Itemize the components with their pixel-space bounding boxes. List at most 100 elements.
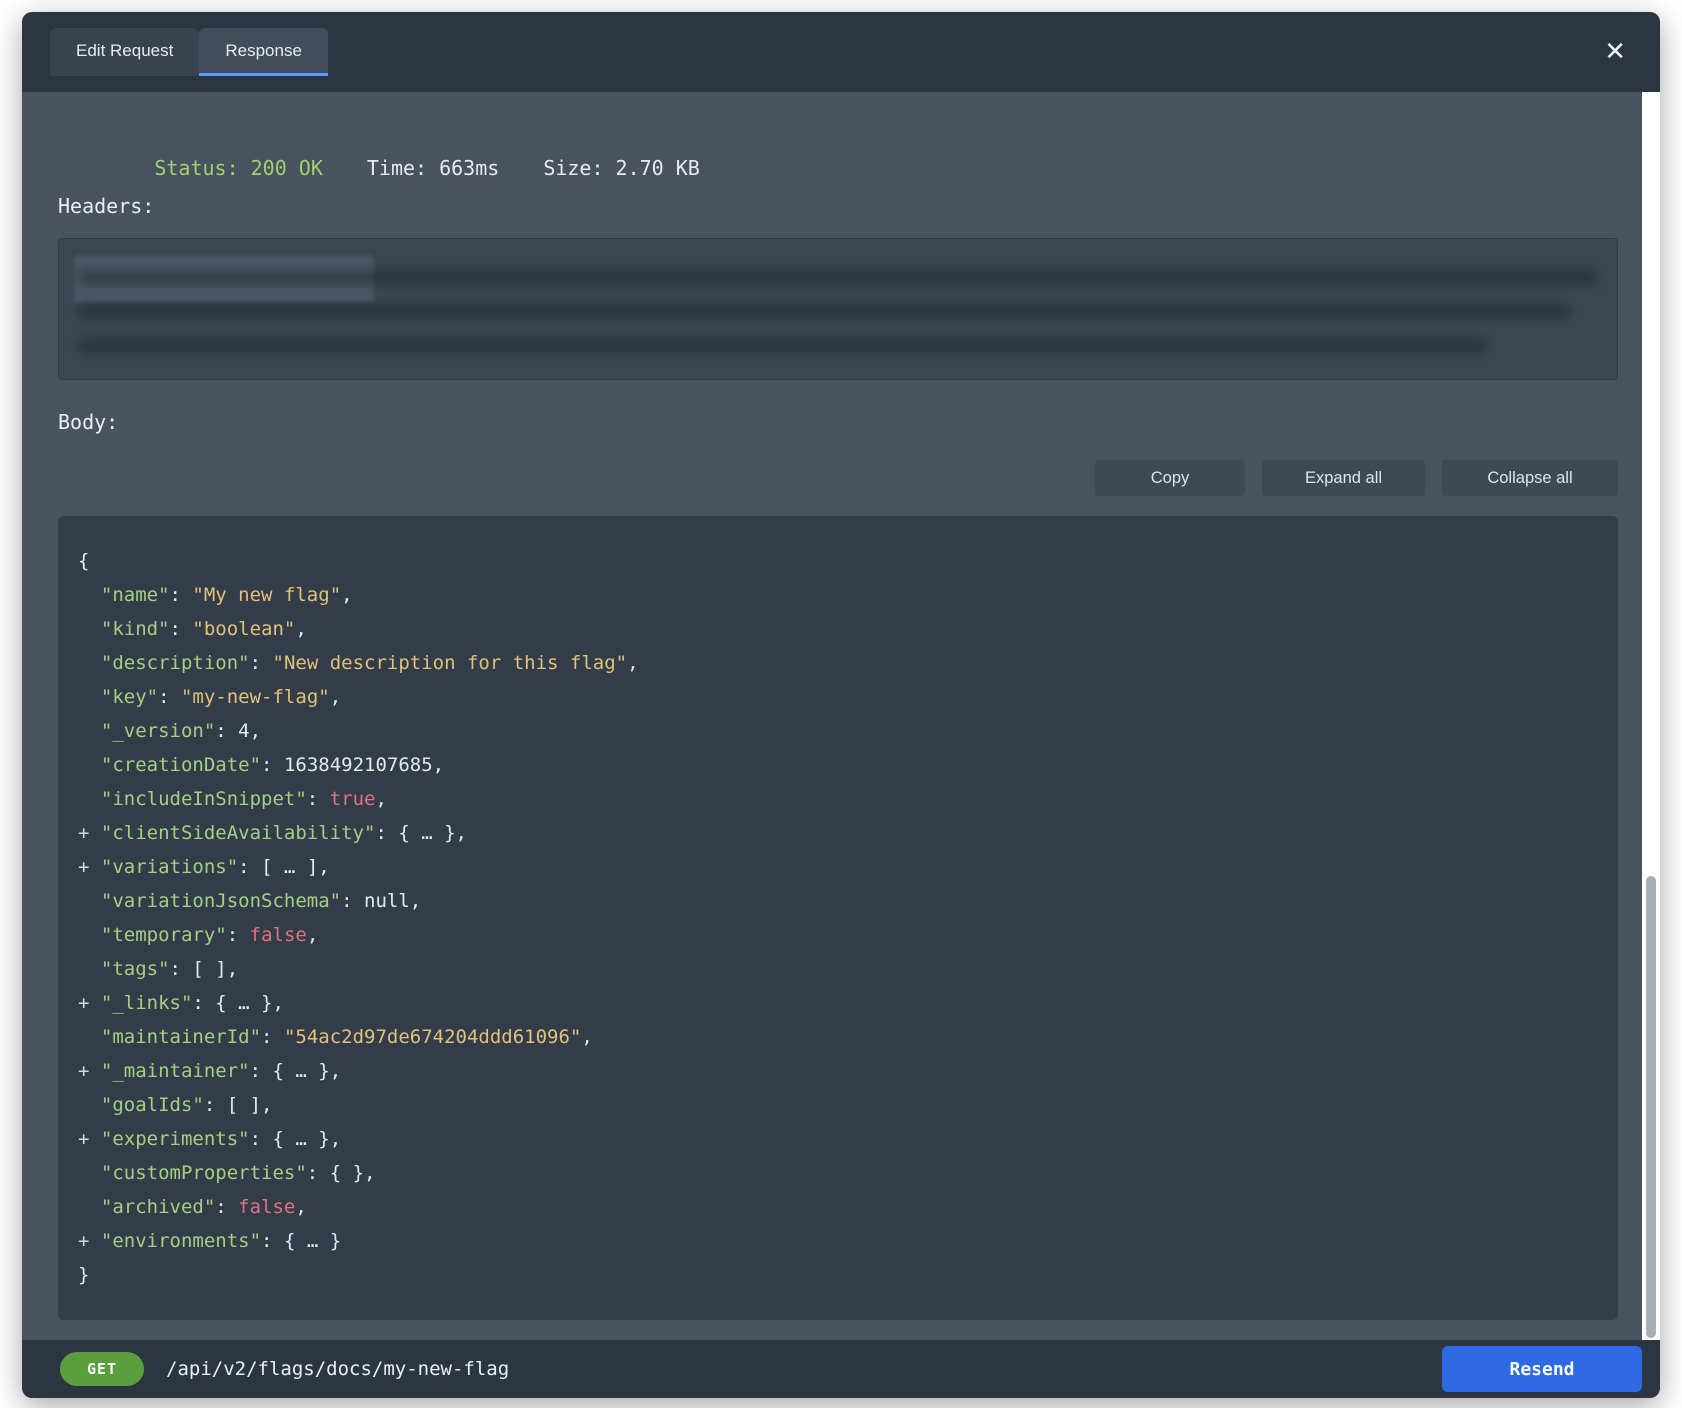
code-token: "archived" xyxy=(101,1196,215,1218)
code-token xyxy=(78,1162,101,1184)
collapse-all-button[interactable]: Collapse all xyxy=(1442,460,1618,496)
code-token: : xyxy=(227,924,250,946)
code-token: true xyxy=(330,788,376,810)
time-value: 663ms xyxy=(439,156,499,180)
code-token xyxy=(78,1094,101,1116)
scrollbar-track[interactable] xyxy=(1642,92,1660,1340)
tab-response[interactable]: Response xyxy=(199,28,328,76)
code-token: "boolean" xyxy=(192,618,295,640)
code-token xyxy=(78,1026,101,1048)
code-line: + "clientSideAvailability": { … }, xyxy=(78,816,1598,850)
code-line: + "experiments": { … }, xyxy=(78,1122,1598,1156)
code-token: , xyxy=(410,890,421,912)
code-token: [ ], xyxy=(192,958,238,980)
code-token: : xyxy=(215,720,238,742)
code-token: "kind" xyxy=(101,618,170,640)
code-token: null xyxy=(364,890,410,912)
copy-button[interactable]: Copy xyxy=(1095,460,1245,496)
code-token: : xyxy=(261,1230,284,1252)
code-token: : xyxy=(375,822,398,844)
code-token: "temporary" xyxy=(101,924,227,946)
code-token: , xyxy=(307,924,318,946)
code-token: "name" xyxy=(101,584,170,606)
size-value: 2.70 KB xyxy=(616,156,700,180)
code-token: "environments" xyxy=(101,1230,261,1252)
code-token: { … }, xyxy=(273,1128,342,1150)
code-token: false xyxy=(250,924,307,946)
code-token: , xyxy=(295,1196,306,1218)
code-token xyxy=(78,720,101,742)
tab-bar: Edit Request Response xyxy=(50,28,328,76)
expand-all-button[interactable]: Expand all xyxy=(1262,460,1425,496)
resend-button[interactable]: Resend xyxy=(1442,1346,1642,1392)
expand-toggle-icon[interactable]: + xyxy=(78,1128,101,1150)
code-token: { }, xyxy=(330,1162,376,1184)
code-token: , xyxy=(330,686,341,708)
code-token: [ ], xyxy=(227,1094,273,1116)
code-token: { … } xyxy=(284,1230,341,1252)
code-token: "_links" xyxy=(101,992,193,1014)
code-token: : xyxy=(215,1196,238,1218)
expand-toggle-icon[interactable]: + xyxy=(78,822,101,844)
code-token: : xyxy=(204,1094,227,1116)
code-token: : xyxy=(170,584,193,606)
code-line: "key": "my-new-flag", xyxy=(78,680,1598,714)
code-token: : xyxy=(307,1162,330,1184)
code-line: "customProperties": { }, xyxy=(78,1156,1598,1190)
redacted-header-line xyxy=(78,304,1570,319)
code-token: "clientSideAvailability" xyxy=(101,822,376,844)
code-token: : xyxy=(261,1026,284,1048)
close-icon[interactable]: ✕ xyxy=(1598,35,1632,69)
code-token: "creationDate" xyxy=(101,754,261,776)
code-token: : xyxy=(192,992,215,1014)
code-token: , xyxy=(250,720,261,742)
code-line: "archived": false, xyxy=(78,1190,1598,1224)
expand-toggle-icon[interactable]: + xyxy=(78,1060,101,1082)
tab-edit-request[interactable]: Edit Request xyxy=(50,28,199,76)
code-token: "My new flag" xyxy=(192,584,341,606)
modal-body: Status:200 OKTime:663msSize:2.70 KB Head… xyxy=(22,92,1660,1340)
code-token: 1638492107685 xyxy=(284,754,433,776)
code-token xyxy=(78,686,101,708)
expand-toggle-icon[interactable]: + xyxy=(78,1230,101,1252)
code-line: + "variations": [ … ], xyxy=(78,850,1598,884)
code-token: } xyxy=(78,1264,89,1286)
code-token: "54ac2d97de674204ddd61096" xyxy=(284,1026,581,1048)
code-token xyxy=(78,788,101,810)
json-code: { "name": "My new flag", "kind": "boolea… xyxy=(58,516,1618,1320)
code-token: : xyxy=(250,652,273,674)
expand-toggle-icon[interactable]: + xyxy=(78,992,101,1014)
code-token: false xyxy=(238,1196,295,1218)
code-line: + "environments": { … } xyxy=(78,1224,1598,1258)
code-token: "variations" xyxy=(101,856,238,878)
scrollbar-thumb[interactable] xyxy=(1646,876,1656,1338)
code-token: : xyxy=(250,1128,273,1150)
code-token: { … }, xyxy=(215,992,284,1014)
expand-toggle-icon[interactable]: + xyxy=(78,856,101,878)
code-token: , xyxy=(433,754,444,776)
code-token: : xyxy=(170,618,193,640)
code-token: { xyxy=(78,550,89,572)
code-token: : xyxy=(238,856,261,878)
code-token: { … }, xyxy=(398,822,467,844)
code-line: "temporary": false, xyxy=(78,918,1598,952)
response-status-row: Status:200 OKTime:663msSize:2.70 KB xyxy=(58,132,1618,158)
code-line: } xyxy=(78,1258,1598,1292)
response-panel: Status:200 OKTime:663msSize:2.70 KB Head… xyxy=(22,92,1642,1340)
code-token: : xyxy=(261,754,284,776)
code-token: "experiments" xyxy=(101,1128,250,1150)
body-section-label: Body: xyxy=(58,410,1618,436)
code-token xyxy=(78,754,101,776)
code-line: "kind": "boolean", xyxy=(78,612,1598,646)
code-token xyxy=(78,958,101,980)
code-token: : xyxy=(307,788,330,810)
code-token: 4 xyxy=(238,720,249,742)
headers-box xyxy=(58,238,1618,380)
code-token xyxy=(78,652,101,674)
headers-section-label: Headers: xyxy=(58,194,1618,220)
code-token: [ … ], xyxy=(261,856,330,878)
http-method-badge: GET xyxy=(60,1352,144,1386)
code-line: + "_links": { … }, xyxy=(78,986,1598,1020)
code-token: "includeInSnippet" xyxy=(101,788,307,810)
code-token: "goalIds" xyxy=(101,1094,204,1116)
